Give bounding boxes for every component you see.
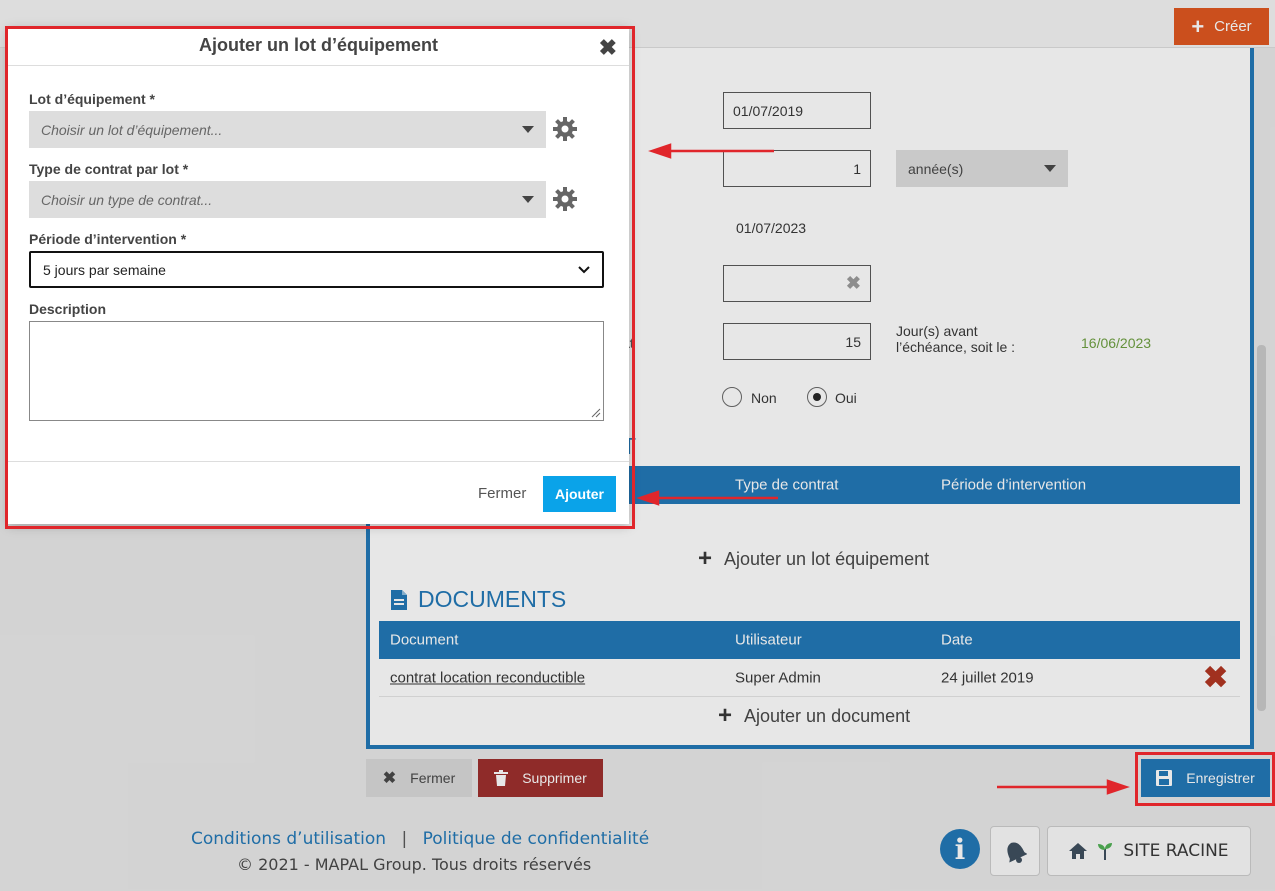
annotation-arrows — [636, 143, 1130, 795]
